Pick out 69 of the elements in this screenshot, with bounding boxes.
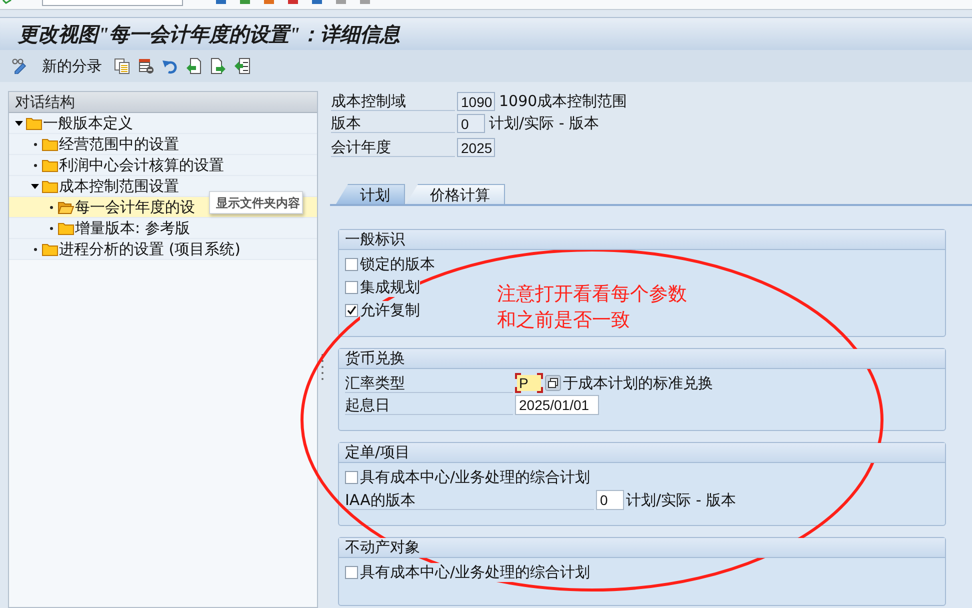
check-icon[interactable] [2, 0, 12, 4]
input-field: 0 [457, 114, 485, 132]
checkbox[interactable] [345, 281, 358, 294]
field-label: 成本控制域 [331, 91, 455, 111]
glasses-pencil-icon[interactable] [12, 58, 28, 74]
new-entries-button[interactable]: 新的分录 [40, 56, 104, 76]
group-title: 定单/项目 [339, 443, 945, 463]
input-field[interactable]: 0 [596, 490, 624, 510]
bullet-icon [34, 164, 36, 166]
checkbox-label: 锁定的版本 [360, 255, 435, 274]
tab[interactable]: 价格计算 [406, 184, 505, 204]
tree-item[interactable]: 一般版本定义 [9, 113, 317, 134]
folder-icon [26, 116, 42, 130]
annotation-text: 和之前是否一致 [497, 308, 631, 333]
folder-icon [58, 222, 74, 234]
copy-icon[interactable] [114, 58, 130, 74]
checkbox-label: 允许复制 [360, 301, 420, 320]
value-help-icon[interactable] [545, 375, 561, 391]
input-field: 2025 [457, 138, 495, 156]
tooltip: 显示文件夹内容 [209, 191, 303, 214]
bullet-icon [50, 206, 52, 208]
checkbox-label: 具有成本中心/业务处理的综合计划 [360, 563, 590, 582]
caret-down-icon[interactable] [31, 184, 39, 188]
field-label: 会计年度 [331, 137, 455, 157]
input-field: 1090 [457, 92, 495, 110]
folder-icon [42, 158, 58, 172]
tree-item[interactable]: 进程分析的设置 (项目系统) [9, 239, 317, 260]
page-arrow-right-icon[interactable] [210, 58, 226, 74]
splitter-grip-icon[interactable] [320, 353, 324, 383]
checkbox[interactable] [345, 566, 358, 579]
annotation-text: 注意打开看看每个参数 [497, 282, 687, 307]
group-title: 一般标识 [339, 230, 945, 250]
field-label: 起息日 [345, 395, 513, 415]
page-arrow-left-icon[interactable] [186, 58, 202, 74]
field-description: 计划/实际 - 版本 [489, 114, 600, 132]
group-title: 不动产对象 [339, 538, 945, 558]
checkbox[interactable] [345, 471, 358, 484]
folder-icon [42, 242, 58, 256]
tree-item[interactable]: 经营范围中的设置 [9, 134, 317, 155]
list-arrow-icon[interactable] [234, 58, 250, 74]
bullet-icon [34, 248, 36, 250]
checkbox-label: 集成规划 [360, 278, 420, 297]
command-field[interactable] [42, 0, 183, 6]
panel-header: 对话结构 [9, 92, 317, 113]
field-label: 汇率类型 [345, 373, 513, 393]
field-description: 于成本计划的标准兑换 [563, 374, 713, 392]
field-description: 计划/实际 - 版本 [626, 490, 736, 510]
checkbox[interactable] [345, 258, 358, 271]
input-field[interactable]: P [515, 373, 543, 393]
field-description: 1090成本控制范围 [499, 92, 628, 110]
tree-item[interactable]: 增量版本: 参考版 [9, 218, 317, 239]
field-label: 版本 [331, 113, 455, 133]
field-label: IAA的版本 [345, 490, 594, 510]
input-field[interactable]: 2025/01/01 [515, 395, 599, 415]
tree-item[interactable]: 利润中心会计核算的设置 [9, 155, 317, 176]
folder-icon [42, 180, 58, 192]
bullet-icon [34, 142, 36, 146]
caret-down-icon[interactable] [15, 120, 23, 126]
bullet-icon [50, 226, 52, 230]
undo-icon[interactable] [162, 58, 178, 74]
tab[interactable]: 计划 [336, 184, 405, 204]
window-title: 更改视图"每一会计年度的设置"：详细信息 [18, 22, 400, 48]
tree-item[interactable]: 成本控制范围设置 [9, 176, 317, 197]
checkbox-label: 具有成本中心/业务处理的综合计划 [360, 468, 590, 487]
folder-icon [42, 138, 58, 150]
group-title: 货币兑换 [339, 349, 945, 369]
checkbox[interactable] [345, 304, 358, 317]
open-folder-icon [58, 200, 74, 214]
delete-rows-icon[interactable] [138, 58, 154, 74]
